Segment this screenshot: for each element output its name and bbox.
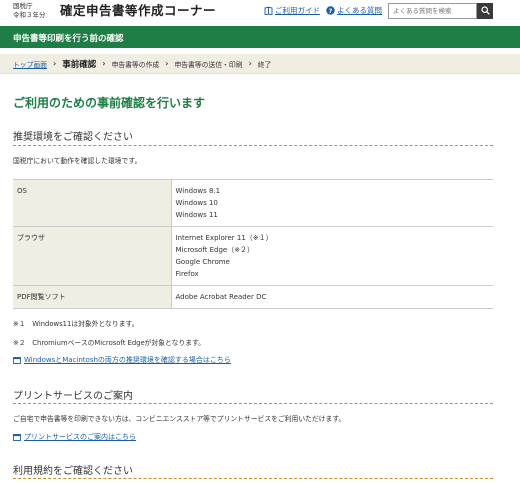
print-service-link[interactable]: プリントサービスのご案内はこちら <box>24 432 136 442</box>
faq-link[interactable]: ? よくある質問 <box>326 5 382 16</box>
svg-text:?: ? <box>329 7 333 15</box>
chevron-right-icon: › <box>248 59 252 68</box>
search-button[interactable] <box>477 3 493 19</box>
chevron-right-icon: › <box>165 59 169 68</box>
os-item: Windows 11 <box>175 211 218 219</box>
row-key-pdf: PDF閲覧ソフト <box>13 285 172 309</box>
agency-label: 国税庁 令和３年分 <box>13 2 46 20</box>
agency-name: 国税庁 <box>13 2 33 10</box>
book-icon <box>264 6 273 16</box>
environment-intro: 国税庁において動作を確認した環境です。 <box>13 157 142 165</box>
table-row: ブラウザ Internet Explorer 11（※１） Microsoft … <box>13 226 493 286</box>
step-top-link[interactable]: トップ画面 <box>13 59 47 69</box>
table-row: OS Windows 8.1 Windows 10 Windows 11 <box>13 179 493 227</box>
step-send-print: 申告書等の送信・印刷 <box>174 60 243 69</box>
question-icon: ? <box>326 6 335 15</box>
page-heading-bar: 申告書等印刷を行う前の確認 <box>0 26 520 48</box>
window-icon <box>13 433 21 441</box>
guide-link[interactable]: ご利用ガイド <box>264 5 320 16</box>
os-item: Windows 10 <box>175 199 218 207</box>
browser-item: Google Chrome <box>175 258 230 266</box>
row-value-pdf: Adobe Acrobat Reader DC <box>171 285 493 309</box>
window-icon <box>13 356 21 364</box>
divider <box>13 478 493 479</box>
step-end: 終了 <box>257 60 272 69</box>
print-service-link-row: プリントサービスのご案内はこちら <box>13 432 136 442</box>
site-header: 国税庁 令和３年分 確定申告書等作成コーナー ご利用ガイド ? よくある質問 <box>0 0 520 25</box>
pdf-item: Adobe Acrobat Reader DC <box>175 293 267 301</box>
os-item: Windows 8.1 <box>175 187 221 195</box>
step-current: 事前確認 <box>62 59 97 70</box>
chevron-right-icon: › <box>102 59 106 68</box>
page-title: ご利用のための事前確認を行います <box>13 96 206 110</box>
divider <box>13 403 493 404</box>
browser-item: Internet Explorer 11（※１） <box>175 234 273 242</box>
guide-link-label: ご利用ガイド <box>275 6 320 15</box>
row-value-os: Windows 8.1 Windows 10 Windows 11 <box>171 179 493 227</box>
divider <box>13 145 493 146</box>
environment-table: OS Windows 8.1 Windows 10 Windows 11 ブラウ… <box>13 179 493 309</box>
recommended-env-link[interactable]: WindowsとMacintoshの両方の推奨環境を確認する場合はこちら <box>24 355 231 365</box>
row-key-browser: ブラウザ <box>13 226 172 286</box>
site-title: 確定申告書等作成コーナー <box>60 3 217 18</box>
faq-link-label: よくある質問 <box>337 6 382 15</box>
row-value-browser: Internet Explorer 11（※１） Microsoft Edge（… <box>171 226 493 286</box>
section-heading-print-service: プリントサービスのご案内 <box>13 391 133 402</box>
print-service-text: ご自宅で申告書等を印刷できない方は、コンビニエンスストア等でプリントサービスをご… <box>13 415 346 423</box>
footnote-1: ※１ Windows11は対象外となります。 <box>13 320 139 328</box>
search-icon <box>480 5 490 17</box>
chevron-right-icon: › <box>52 59 57 68</box>
section-heading-terms: 利用規約をご確認ください <box>13 466 133 477</box>
footnote-2: ※２ ChromiumベースのMicrosoft Edgeが対象となります。 <box>13 339 205 347</box>
table-row: PDF閲覧ソフト Adobe Acrobat Reader DC <box>13 285 493 309</box>
browser-item: Microsoft Edge（※２） <box>175 246 255 254</box>
step-breadcrumb: トップ画面 › 事前確認 › 申告書等の作成 › 申告書等の送信・印刷 › 終了 <box>0 54 520 74</box>
recommended-env-link-row: WindowsとMacintoshの両方の推奨環境を確認する場合はこちら <box>13 355 231 365</box>
section-heading-environment: 推奨環境をご確認ください <box>13 132 133 143</box>
tax-year: 令和３年分 <box>13 11 46 19</box>
browser-item: Firefox <box>175 270 199 278</box>
step-create: 申告書等の作成 <box>111 60 160 69</box>
row-key-os: OS <box>13 179 172 227</box>
search-input[interactable] <box>388 3 477 19</box>
